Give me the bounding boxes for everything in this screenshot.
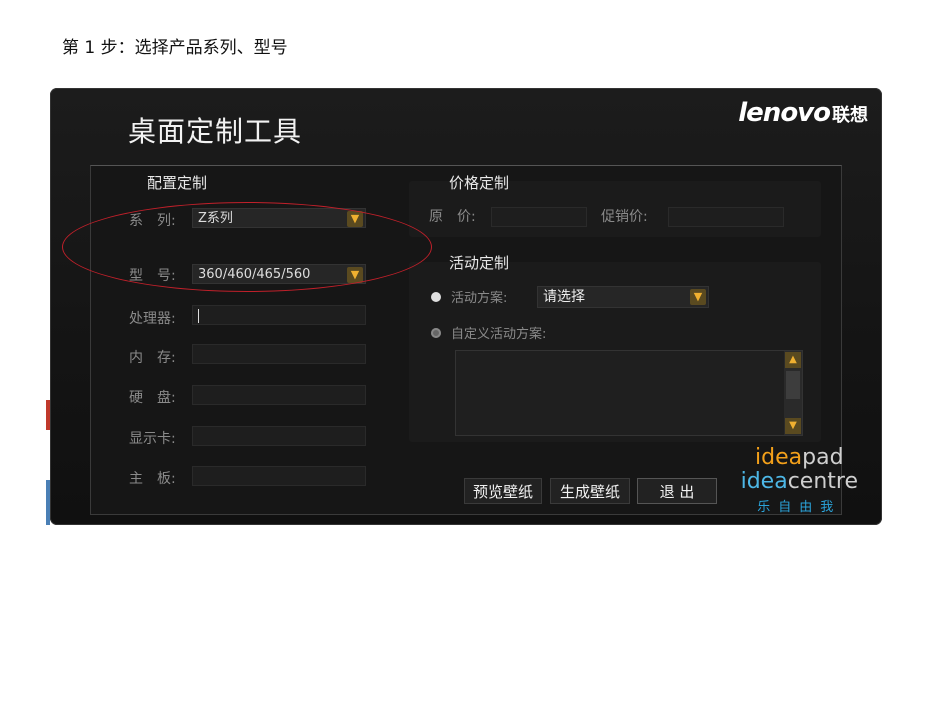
custom-activity-label: 自定义活动方案: bbox=[451, 327, 547, 342]
series-value: Z系列 bbox=[198, 211, 233, 226]
model-value: 360/460/465/560 bbox=[198, 267, 311, 282]
lenovo-logo: lenovo 联想 bbox=[738, 98, 868, 128]
memory-input[interactable] bbox=[192, 344, 366, 364]
preview-wallpaper-button[interactable]: 预览壁纸 bbox=[464, 478, 542, 504]
gpu-input[interactable] bbox=[192, 426, 366, 446]
ideacentre-logo: ideacentre bbox=[740, 469, 858, 494]
chevron-down-icon[interactable]: ▼ bbox=[785, 418, 801, 434]
memory-label: 内 存: bbox=[129, 350, 176, 366]
scroll-thumb[interactable] bbox=[786, 371, 800, 399]
chevron-down-icon[interactable]: ▼ bbox=[690, 289, 706, 305]
price-section-title: 价格定制 bbox=[449, 174, 510, 192]
original-price-input[interactable] bbox=[491, 207, 587, 227]
exit-button[interactable]: 退 出 bbox=[637, 478, 717, 504]
board-label: 主 板: bbox=[129, 471, 176, 487]
activity-plan-label: 活动方案: bbox=[451, 291, 508, 306]
model-label: 型 号: bbox=[129, 268, 176, 284]
board-input[interactable] bbox=[192, 466, 366, 486]
disk-input[interactable] bbox=[192, 385, 366, 405]
promo-price-input[interactable] bbox=[668, 207, 784, 227]
custom-activity-radio[interactable] bbox=[431, 328, 441, 338]
custom-activity-textarea[interactable]: ▲ ▼ bbox=[455, 350, 803, 436]
series-select[interactable]: Z系列 ▼ bbox=[192, 208, 366, 228]
model-select[interactable]: 360/460/465/560 ▼ bbox=[192, 264, 366, 284]
promo-price-label: 促销价: bbox=[601, 209, 648, 225]
activity-plan-radio[interactable] bbox=[431, 292, 441, 302]
series-label: 系 列: bbox=[129, 213, 176, 229]
config-section-title: 配置定制 bbox=[147, 174, 208, 192]
main-panel: 配置定制 系 列: Z系列 ▼ 型 号: 360/460/465/560 ▼ 处… bbox=[90, 165, 842, 515]
gpu-label: 显示卡: bbox=[129, 431, 176, 447]
activity-plan-value: 请选择 bbox=[543, 289, 585, 305]
app-window: 桌面定制工具 lenovo 联想 配置定制 系 列: Z系列 ▼ 型 号: 360… bbox=[50, 88, 882, 525]
generate-wallpaper-button[interactable]: 生成壁纸 bbox=[550, 478, 630, 504]
chevron-down-icon[interactable]: ▼ bbox=[347, 211, 363, 227]
text-cursor bbox=[198, 308, 199, 323]
step-caption: 第 1 步：选择产品系列、型号 bbox=[62, 38, 288, 58]
ideapad-logo: ideapad bbox=[755, 445, 844, 470]
idea-logo: ideapad ideacentre 乐自由我 bbox=[740, 445, 858, 516]
chevron-up-icon[interactable]: ▲ bbox=[785, 352, 801, 368]
activity-plan-select[interactable]: 请选择 ▼ bbox=[537, 286, 709, 308]
cpu-input[interactable] bbox=[192, 305, 366, 325]
slogan: 乐自由我 bbox=[757, 500, 842, 515]
brand-cn: 联想 bbox=[832, 105, 868, 126]
activity-section-title: 活动定制 bbox=[449, 254, 510, 272]
brand-latin: lenovo bbox=[738, 98, 831, 128]
window-title: 桌面定制工具 bbox=[128, 115, 303, 148]
original-price-label: 原 价: bbox=[429, 209, 476, 225]
disk-label: 硬 盘: bbox=[129, 390, 176, 406]
cpu-label: 处理器: bbox=[129, 311, 176, 327]
scrollbar[interactable]: ▲ ▼ bbox=[784, 351, 802, 435]
chevron-down-icon[interactable]: ▼ bbox=[347, 267, 363, 283]
